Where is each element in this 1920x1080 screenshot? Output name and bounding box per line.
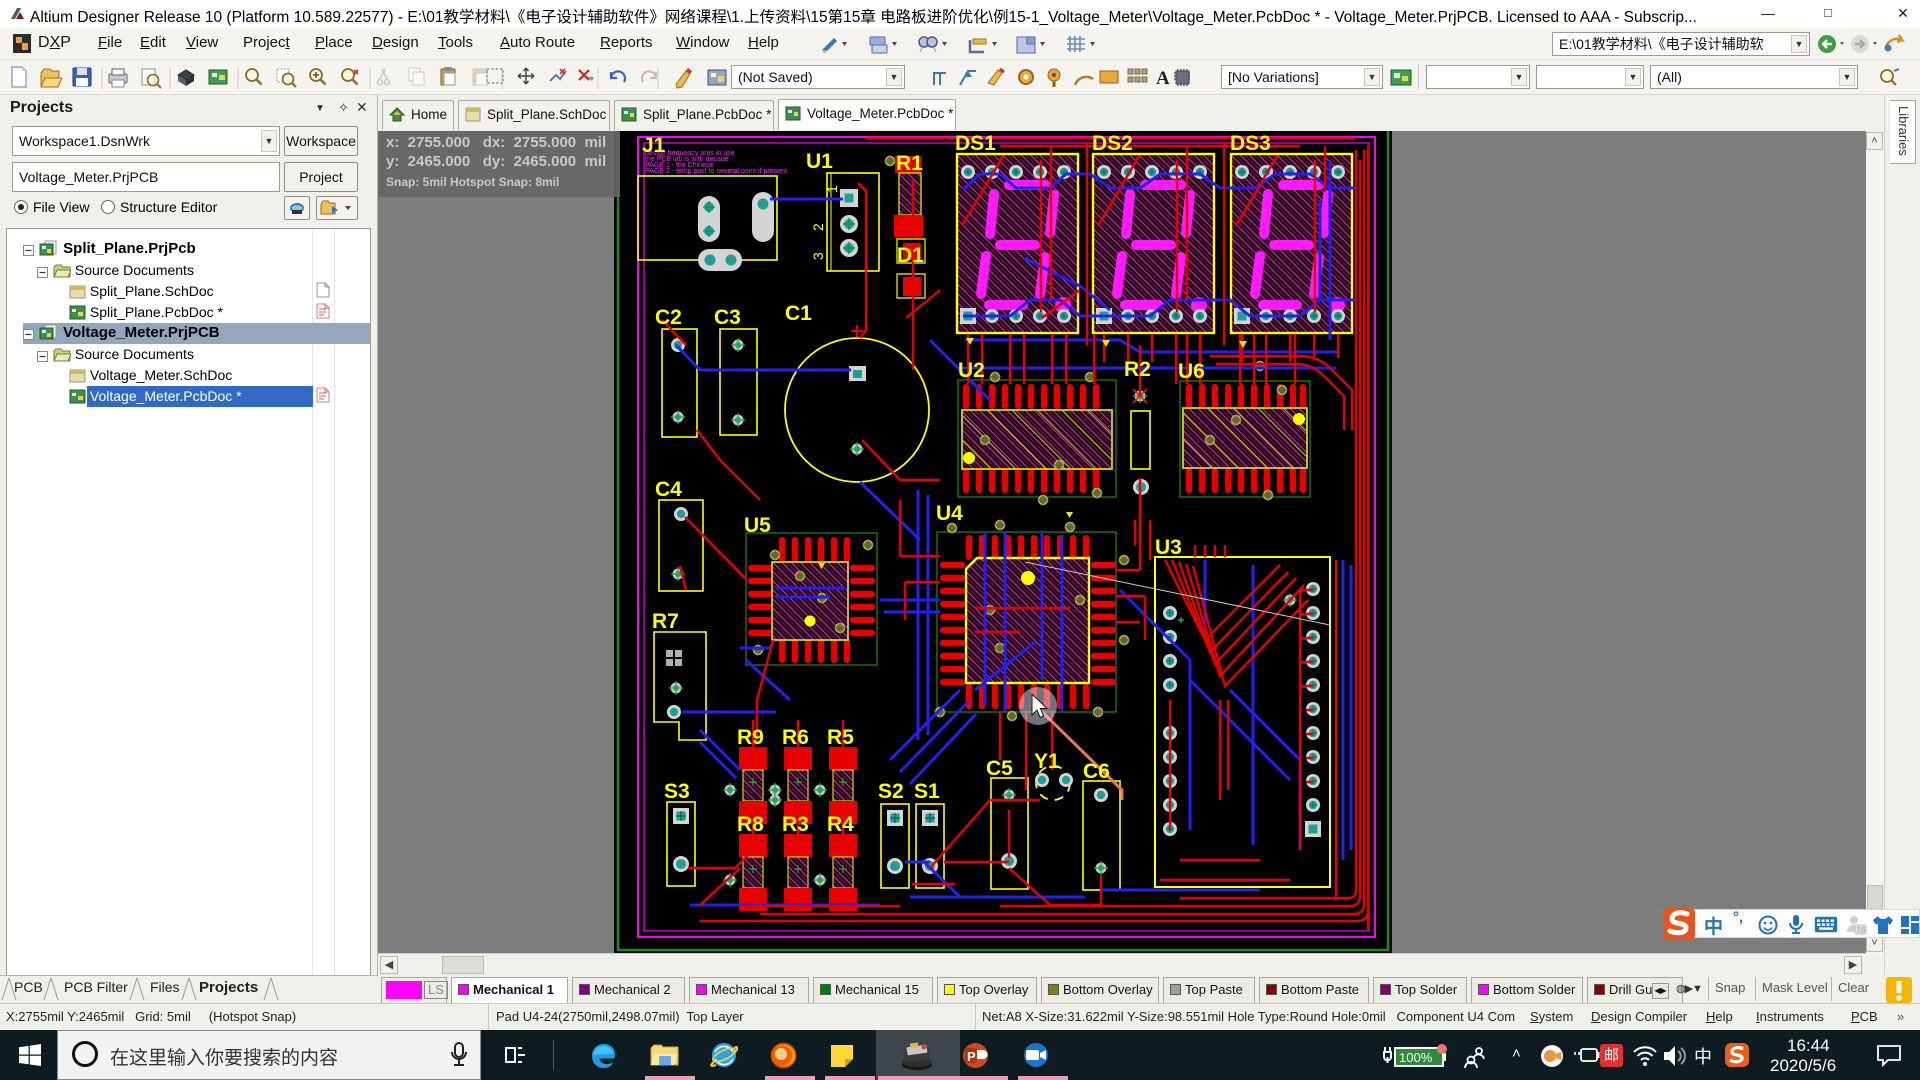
svg-text:R3: R3 <box>782 813 809 836</box>
svg-text:PAGE 2 - temp post to several: PAGE 2 - temp post to several point if p… <box>645 168 787 175</box>
svg-text:R5: R5 <box>827 726 854 749</box>
svg-text:A: A <box>1156 68 1170 89</box>
svg-text:U1: U1 <box>806 150 833 173</box>
svg-text:DS3: DS3 <box>1230 132 1271 155</box>
svg-text:P: P <box>967 1049 976 1064</box>
svg-text:3: 3 <box>810 252 826 260</box>
svg-text:100%: 100% <box>1399 1050 1433 1065</box>
svg-text:C1: C1 <box>785 302 812 325</box>
svg-text:16: 16 <box>1857 926 1866 935</box>
svg-text:DS2: DS2 <box>1092 132 1133 155</box>
svg-text:C4: C4 <box>655 478 682 501</box>
svg-text:U4: U4 <box>936 502 963 525</box>
svg-text:DS1: DS1 <box>955 132 996 155</box>
svg-text:S1: S1 <box>914 780 940 803</box>
svg-text:R6: R6 <box>782 726 809 749</box>
svg-text:J1: J1 <box>642 134 666 157</box>
svg-text:U6: U6 <box>1178 360 1205 383</box>
svg-text:U3: U3 <box>1155 536 1182 559</box>
svg-text:Y1: Y1 <box>1034 750 1060 773</box>
svg-text:R4: R4 <box>827 813 854 836</box>
svg-text:C6: C6 <box>1083 760 1110 783</box>
svg-text:D1: D1 <box>897 244 924 267</box>
svg-text:C5: C5 <box>986 757 1013 780</box>
svg-text:C2: C2 <box>655 306 682 329</box>
svg-text:S2: S2 <box>878 780 904 803</box>
svg-text:R7: R7 <box>652 610 679 633</box>
svg-text:U5: U5 <box>744 514 771 537</box>
svg-text:C3: C3 <box>714 306 741 329</box>
svg-text:R8: R8 <box>737 813 764 836</box>
svg-text:1: 1 <box>824 185 840 193</box>
svg-text:S3: S3 <box>664 780 690 803</box>
svg-text:R2: R2 <box>1124 358 1151 381</box>
svg-text:2: 2 <box>810 223 826 231</box>
svg-text:R9: R9 <box>737 726 764 749</box>
svg-text:R1: R1 <box>896 152 923 175</box>
svg-text:U2: U2 <box>958 359 985 382</box>
